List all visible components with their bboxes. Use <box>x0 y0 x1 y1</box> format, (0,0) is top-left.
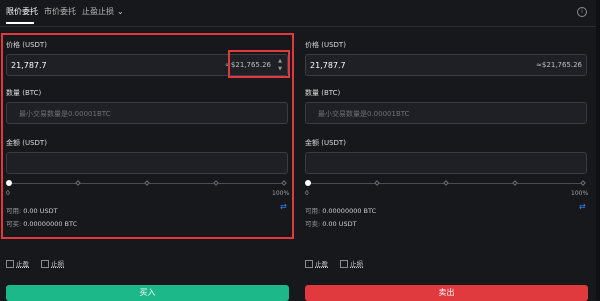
sellable-value: 0.00 USDT <box>322 220 357 228</box>
slider-step[interactable] <box>580 180 586 186</box>
take-profit-label[interactable]: 止盈 <box>315 260 328 268</box>
total-label: 金额 (USDT) <box>305 139 346 147</box>
slider-min-label: 0 <box>305 190 309 197</box>
swap-icon[interactable]: ⇄ <box>579 202 586 211</box>
slider-step[interactable] <box>512 180 518 186</box>
sellable-amount: 可卖: 0.00 USDT <box>305 218 357 228</box>
scrollbar[interactable] <box>596 0 600 300</box>
quantity-input[interactable]: 最小交易数量是0.00001BTC <box>305 102 587 124</box>
sell-button[interactable]: 卖出 <box>305 285 588 301</box>
tab-stop-order-label: 止盈止损 <box>82 7 114 16</box>
price-approx-highlight <box>228 50 290 78</box>
slider-step[interactable] <box>374 180 380 186</box>
stop-loss-label[interactable]: 止损 <box>350 260 363 268</box>
info-icon[interactable]: i <box>577 7 587 17</box>
available-value: 0.00000000 BTC <box>322 207 377 215</box>
take-profit-checkbox[interactable] <box>6 260 14 268</box>
take-profit-label[interactable]: 止盈 <box>16 260 29 268</box>
price-input[interactable]: 21,787.7 ≈$21,765.26 <box>305 54 587 76</box>
chevron-down-icon[interactable]: ⌄ <box>117 7 124 16</box>
sellable-label: 可卖: <box>305 220 321 228</box>
price-label: 价格 (USDT) <box>305 41 346 49</box>
buy-tpsl-options: 止盈 止损 <box>6 258 74 268</box>
order-type-tabs: 限价委托 市价委托 止盈止损 ⌄ i <box>0 0 600 27</box>
sell-tpsl-options: 止盈 止损 <box>305 258 373 268</box>
price-approx: ≈$21,765.26 <box>536 61 582 69</box>
total-input[interactable] <box>305 152 587 174</box>
percent-slider[interactable] <box>305 179 587 189</box>
slider-step[interactable] <box>443 180 449 186</box>
buy-button[interactable]: 买入 <box>6 285 289 301</box>
slider-max-label: 100% <box>571 190 589 197</box>
quantity-placeholder: 最小交易数量是0.00001BTC <box>318 110 410 118</box>
take-profit-checkbox[interactable] <box>305 260 313 268</box>
active-tab-indicator <box>6 22 34 24</box>
stop-loss-checkbox[interactable] <box>340 260 349 268</box>
available-balance: 可用: 0.00000000 BTC <box>305 205 376 215</box>
stop-loss-checkbox[interactable] <box>41 260 50 268</box>
available-label: 可用: <box>305 207 321 215</box>
quantity-label: 数量 (BTC) <box>305 89 341 97</box>
tab-limit-order[interactable]: 限价委托 <box>6 6 38 17</box>
tab-market-order[interactable]: 市价委托 <box>44 6 76 17</box>
price-value: 21,787.7 <box>310 61 346 70</box>
tab-stop-order[interactable]: 止盈止损 ⌄ <box>82 6 124 17</box>
stop-loss-label[interactable]: 止损 <box>51 260 64 268</box>
slider-knob[interactable] <box>305 180 311 186</box>
